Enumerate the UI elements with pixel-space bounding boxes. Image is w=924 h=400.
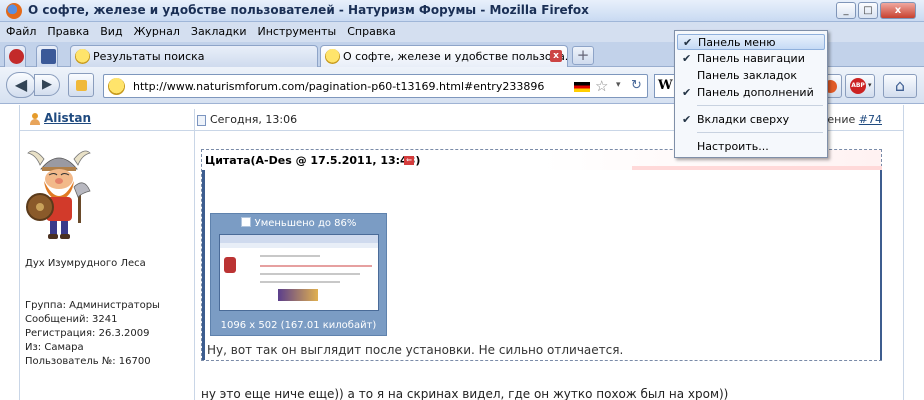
window-titlebar[interactable]: О софте, железе и удобстве пользователей… xyxy=(0,0,924,22)
toolbar-context-menu: ✔ Панель меню ✔ Панель навигации Панель за… xyxy=(674,30,828,158)
tab-close-icon[interactable]: x xyxy=(550,50,562,62)
viking-avatar xyxy=(26,150,91,239)
preview-titlebar xyxy=(220,235,378,243)
check-icon: ✔ xyxy=(682,86,692,99)
user-group: Группа: Администраторы xyxy=(25,300,160,311)
column-divider xyxy=(194,109,195,400)
menu-view[interactable]: Вид xyxy=(94,22,127,38)
pinned-site-icon xyxy=(9,49,24,64)
german-flag-icon[interactable] xyxy=(574,82,590,92)
window-title: О софте, железе и удобстве пользователей… xyxy=(28,3,589,17)
check-icon: ✔ xyxy=(682,113,692,126)
menu-bookmarks[interactable]: Закладки xyxy=(185,22,252,38)
site-identity-icon[interactable] xyxy=(108,78,125,95)
user-icon xyxy=(29,113,40,125)
user-info: Дух Изумрудного Леса Группа: Администрат… xyxy=(25,257,160,369)
menu-item-customize[interactable]: Настроить... xyxy=(677,139,825,155)
check-icon: ✔ xyxy=(683,36,693,49)
preview-line xyxy=(260,255,320,257)
thumbnail-reduced-label: Уменьшено до 86% xyxy=(211,217,386,229)
adblock-icon: ABP xyxy=(850,78,866,94)
quote-block: Цитата(A-Des @ 17.5.2011, 13:43) ⇐ Умень… xyxy=(201,149,882,361)
back-button[interactable]: ◀ xyxy=(6,72,36,98)
home-button[interactable]: ⌂ xyxy=(883,74,917,98)
post-author-link[interactable]: Alistan xyxy=(44,111,91,125)
check-icon: ✔ xyxy=(682,52,692,65)
post-number-prefix: ение xyxy=(827,113,859,126)
quote-jump-icon[interactable]: ⇐ xyxy=(404,156,414,165)
preview-quote-line xyxy=(260,265,372,267)
menu-help[interactable]: Справка xyxy=(341,22,400,38)
preview-image xyxy=(278,289,318,301)
smiley-favicon-icon xyxy=(75,49,90,64)
post-number-link[interactable]: #74 xyxy=(859,113,882,126)
history-button[interactable] xyxy=(68,73,94,97)
quote-title: Цитата(A-Des @ 17.5.2011, 13:43) xyxy=(205,154,421,167)
menu-item-label: Панель навигации xyxy=(697,52,805,65)
tab-label: Результаты поиска xyxy=(93,50,205,63)
maximize-button[interactable]: □ xyxy=(858,2,878,19)
menu-item-addons-bar[interactable]: ✔ Панель дополнений xyxy=(677,85,825,101)
smiley-favicon-icon xyxy=(325,49,340,64)
url-dropdown-icon[interactable]: ▾ xyxy=(616,80,621,90)
forward-button[interactable]: ▶ xyxy=(34,74,60,96)
menu-separator xyxy=(697,105,823,106)
menu-separator xyxy=(697,132,823,133)
menu-item-tabs-on-top[interactable]: ✔ Вкладки сверху xyxy=(677,112,825,128)
reload-icon[interactable]: ↻ xyxy=(631,78,642,93)
app-tab-pinned[interactable] xyxy=(4,45,26,67)
search-engine-button[interactable]: W xyxy=(654,74,676,98)
user-location: Из: Самара xyxy=(25,342,84,353)
quote-left-border xyxy=(202,170,205,360)
menu-item-navigation-bar[interactable]: ✔ Панель навигации xyxy=(677,51,825,67)
tab-active-forum[interactable]: О софте, железе и удобстве пользова... x xyxy=(320,45,568,67)
user-number: Пользователь №: 16700 xyxy=(25,356,151,367)
preview-toolbar xyxy=(220,243,378,248)
menu-item-label: Панель дополнений xyxy=(697,86,814,99)
menu-file[interactable]: Файл xyxy=(0,22,41,38)
menu-tools[interactable]: Инструменты xyxy=(252,22,342,38)
thumbnail-dimensions: 1096 x 502 (167.01 килобайт) xyxy=(220,320,377,331)
menu-item-label: Настроить... xyxy=(697,140,769,153)
post-date: Сегодня, 13:06 xyxy=(210,113,298,126)
user-title: Дух Изумрудного Леса xyxy=(25,258,146,269)
adblock-dropdown-icon[interactable]: ▾ xyxy=(868,81,872,89)
image-thumbnail[interactable]: Уменьшено до 86% 1096 x 502 (167.01 кило… xyxy=(210,213,387,336)
close-window-button[interactable]: x xyxy=(880,2,916,19)
reduced-text: Уменьшено до 86% xyxy=(254,218,357,229)
preview-line xyxy=(260,273,360,275)
menu-item-label: Панель закладок xyxy=(697,69,797,82)
firefox-logo-icon xyxy=(6,3,22,19)
minimize-button[interactable]: _ xyxy=(836,2,856,19)
bookmark-star-icon[interactable]: ☆ xyxy=(595,77,608,95)
preview-avatar xyxy=(224,257,236,273)
url-bar[interactable]: http://www.naturismforum.com/pagination-… xyxy=(103,74,648,98)
new-tab-button[interactable]: + xyxy=(572,46,594,65)
quote-right-border xyxy=(880,170,882,360)
menu-history[interactable]: Журнал xyxy=(128,22,185,38)
quote-header-rule xyxy=(632,166,882,170)
preview-line xyxy=(260,281,340,283)
wikipedia-icon: W xyxy=(658,78,673,93)
enlarge-icon xyxy=(240,217,251,227)
quote-text: Ну, вот так он выглядит после установки.… xyxy=(207,343,624,357)
app-tab-pinned-2[interactable] xyxy=(36,45,58,67)
menu-item-menu-bar[interactable]: ✔ Панель меню xyxy=(677,34,825,50)
tab-search-results[interactable]: Результаты поиска xyxy=(70,45,318,67)
post-doc-icon xyxy=(197,115,206,126)
menu-item-label: Вкладки сверху xyxy=(697,113,790,126)
post-number: ение #74 xyxy=(827,113,882,126)
user-registered: Регистрация: 26.3.2009 xyxy=(25,328,150,339)
adblock-button[interactable]: ABP ▾ xyxy=(845,74,875,98)
menu-edit[interactable]: Правка xyxy=(41,22,94,38)
url-text[interactable]: http://www.naturismforum.com/pagination-… xyxy=(133,80,544,93)
post-body: ну это еще ниче еще)) а то я на скринах … xyxy=(201,387,729,400)
menu-item-bookmarks-bar[interactable]: Панель закладок xyxy=(677,68,825,84)
pinned-site-icon-2 xyxy=(41,49,56,64)
menu-item-label: Панель меню xyxy=(698,36,776,49)
tab-label: О софте, железе и удобстве пользова... xyxy=(343,50,568,63)
user-posts: Сообщений: 3241 xyxy=(25,314,118,325)
thumbnail-preview[interactable] xyxy=(219,234,379,311)
